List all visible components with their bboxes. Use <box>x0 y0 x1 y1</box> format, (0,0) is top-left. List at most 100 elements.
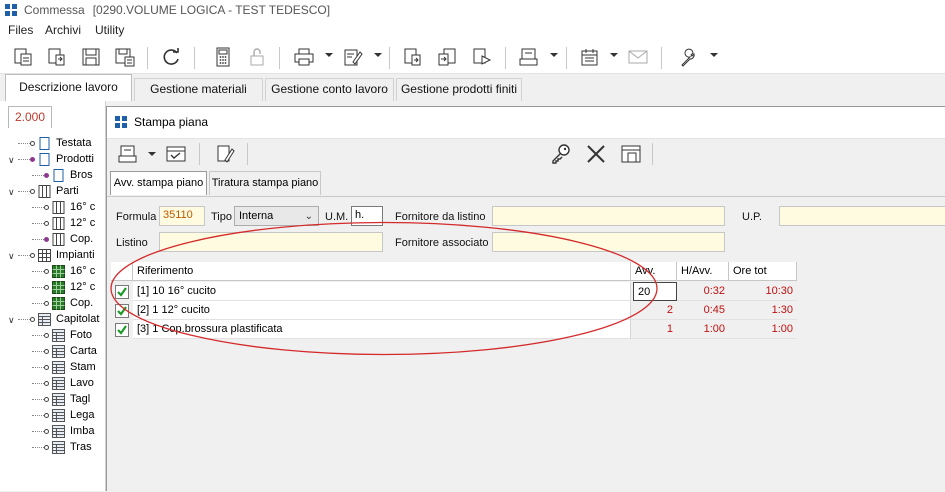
tree-item[interactable]: ∨ Impianti <box>6 248 106 264</box>
tree-item[interactable]: Stam <box>6 360 106 376</box>
tree-node-dot <box>44 429 49 434</box>
tab-descrizione-lavoro[interactable]: Descrizione lavoro <box>5 74 132 101</box>
cell-h-avv[interactable]: 0:32 <box>677 282 729 301</box>
toolbar-separator <box>147 47 148 69</box>
calendar-dropdown-icon[interactable] <box>610 53 618 57</box>
expand-chevron-icon[interactable]: ∨ <box>8 251 15 262</box>
tab-year[interactable]: 2.000 <box>8 106 52 128</box>
archive-dropdown-icon[interactable] <box>550 53 558 57</box>
spreadsheet-icon <box>52 441 65 454</box>
tab-gestione-conto-lavoro[interactable]: Gestione conto lavoro <box>265 78 394 101</box>
sub-tabs: Avv. stampa piano Tiratura stampa piano <box>107 168 945 196</box>
edit-dropdown-icon[interactable] <box>374 53 382 57</box>
archive-icon[interactable] <box>117 143 139 165</box>
tree-node-dot <box>44 445 49 450</box>
tree-item[interactable]: Imba <box>6 424 106 440</box>
tree-item[interactable]: Tras <box>6 440 106 456</box>
cell-h-avv[interactable]: 0:45 <box>677 301 729 320</box>
save-icon[interactable] <box>80 47 102 67</box>
tree-node-dot <box>44 269 49 274</box>
expand-chevron-icon[interactable]: ∨ <box>8 315 15 326</box>
tree-item-label: Bros <box>70 169 93 181</box>
print-icon[interactable] <box>293 47 315 67</box>
expand-chevron-icon[interactable]: ∨ <box>8 155 15 166</box>
tree-node-dot <box>44 413 49 418</box>
tab-gestione-prodotti-finiti[interactable]: Gestione prodotti finiti <box>396 78 522 101</box>
refresh-icon[interactable] <box>160 47 182 67</box>
forward-document-icon[interactable] <box>471 47 493 67</box>
checklist-icon[interactable] <box>165 143 187 165</box>
calculator-icon[interactable] <box>212 47 234 67</box>
tree-item[interactable]: 16° c <box>6 264 106 280</box>
archive-icon[interactable] <box>518 47 540 67</box>
tree-item-label: Cop. <box>70 297 94 309</box>
window-icon[interactable] <box>620 143 642 165</box>
toolbar-separator <box>652 143 653 165</box>
tree-item-label: Carta <box>70 345 97 357</box>
tree-item[interactable]: Cop. <box>6 232 106 248</box>
tab-tiratura-stampa-piano[interactable]: Tiratura stampa piano <box>209 171 321 195</box>
tree-node-dot <box>44 397 49 402</box>
menu-archivi[interactable]: Archivi <box>45 23 81 37</box>
menu-bar: Files Archivi Utility <box>0 20 945 41</box>
tree-item[interactable]: ∨ Parti <box>6 184 106 200</box>
calendar-icon[interactable] <box>579 47 601 67</box>
edit-document-icon[interactable] <box>342 47 364 67</box>
tree-item[interactable]: Lavo <box>6 376 106 392</box>
import-document-icon[interactable] <box>437 47 459 67</box>
grid-header-ore-tot[interactable]: Ore tot <box>729 262 797 281</box>
close-icon[interactable] <box>585 143 607 165</box>
print-dropdown-icon[interactable] <box>325 53 333 57</box>
plate-icon <box>52 265 65 278</box>
toolbar-separator <box>505 47 506 69</box>
menu-utility[interactable]: Utility <box>95 23 124 37</box>
tab-gestione-materiali[interactable]: Gestione materiali <box>134 78 263 101</box>
save-as-icon[interactable] <box>114 47 136 67</box>
cell-ore-tot[interactable]: 10:30 <box>729 282 797 301</box>
tree-item[interactable]: 12° c <box>6 280 106 296</box>
tree-item[interactable]: ∨ Prodotti <box>6 152 106 168</box>
grid-header-h-avv[interactable]: H/Avv. <box>677 262 729 281</box>
export-document-icon[interactable] <box>402 47 424 67</box>
tree-item-label: Capitolat <box>56 313 100 325</box>
edit-icon[interactable] <box>215 143 237 165</box>
mail-icon[interactable] <box>627 47 649 67</box>
tab-avv-stampa-piano[interactable]: Avv. stampa piano <box>110 171 207 195</box>
cell-ore-tot[interactable]: 1:00 <box>729 320 797 339</box>
tree-item[interactable]: Foto <box>6 328 106 344</box>
tree-item[interactable]: Carta <box>6 344 106 360</box>
toolbar-separator <box>247 143 248 165</box>
modal-toolbar <box>107 138 945 168</box>
left-panel: 2.000 Testata ∨ Prodotti Bros ∨ Parti 16° c 12°… <box>0 101 106 491</box>
new-document-icon[interactable] <box>12 47 34 67</box>
tree-item[interactable]: Lega <box>6 408 106 424</box>
tree-node-dot <box>44 381 49 386</box>
key-icon[interactable] <box>550 143 572 165</box>
up-field[interactable] <box>779 206 945 226</box>
lock-icon[interactable] <box>246 47 268 67</box>
tree-item[interactable]: Testata <box>6 136 106 152</box>
toolbar-separator <box>194 47 195 69</box>
tree-item[interactable]: Cop. <box>6 296 106 312</box>
expand-chevron-icon[interactable]: ∨ <box>8 187 15 198</box>
toolbar-separator <box>199 143 200 165</box>
grid-icon <box>38 249 51 262</box>
cell-ore-tot[interactable]: 1:30 <box>729 301 797 320</box>
cell-h-avv[interactable]: 1:00 <box>677 320 729 339</box>
wrench-icon[interactable] <box>678 47 700 67</box>
tree-item-label: Foto <box>70 329 93 341</box>
tree-item-label: Imba <box>70 425 95 437</box>
tree-item[interactable]: Bros <box>6 168 106 184</box>
main-toolbar <box>0 41 945 74</box>
tree-item[interactable]: 16° c <box>6 200 106 216</box>
menu-files[interactable]: Files <box>8 23 33 37</box>
tree-item[interactable]: 12° c <box>6 216 106 232</box>
toolbar-separator <box>661 47 662 69</box>
copy-document-icon[interactable] <box>46 47 68 67</box>
tools-dropdown-icon[interactable] <box>710 53 718 57</box>
archive-dropdown-icon[interactable] <box>148 152 156 156</box>
modal-title: Stampa piana <box>134 115 209 129</box>
tree-node-dot <box>44 285 49 290</box>
tree-item[interactable]: Tagl <box>6 392 106 408</box>
tree-item[interactable]: ∨ Capitolat <box>6 312 106 328</box>
